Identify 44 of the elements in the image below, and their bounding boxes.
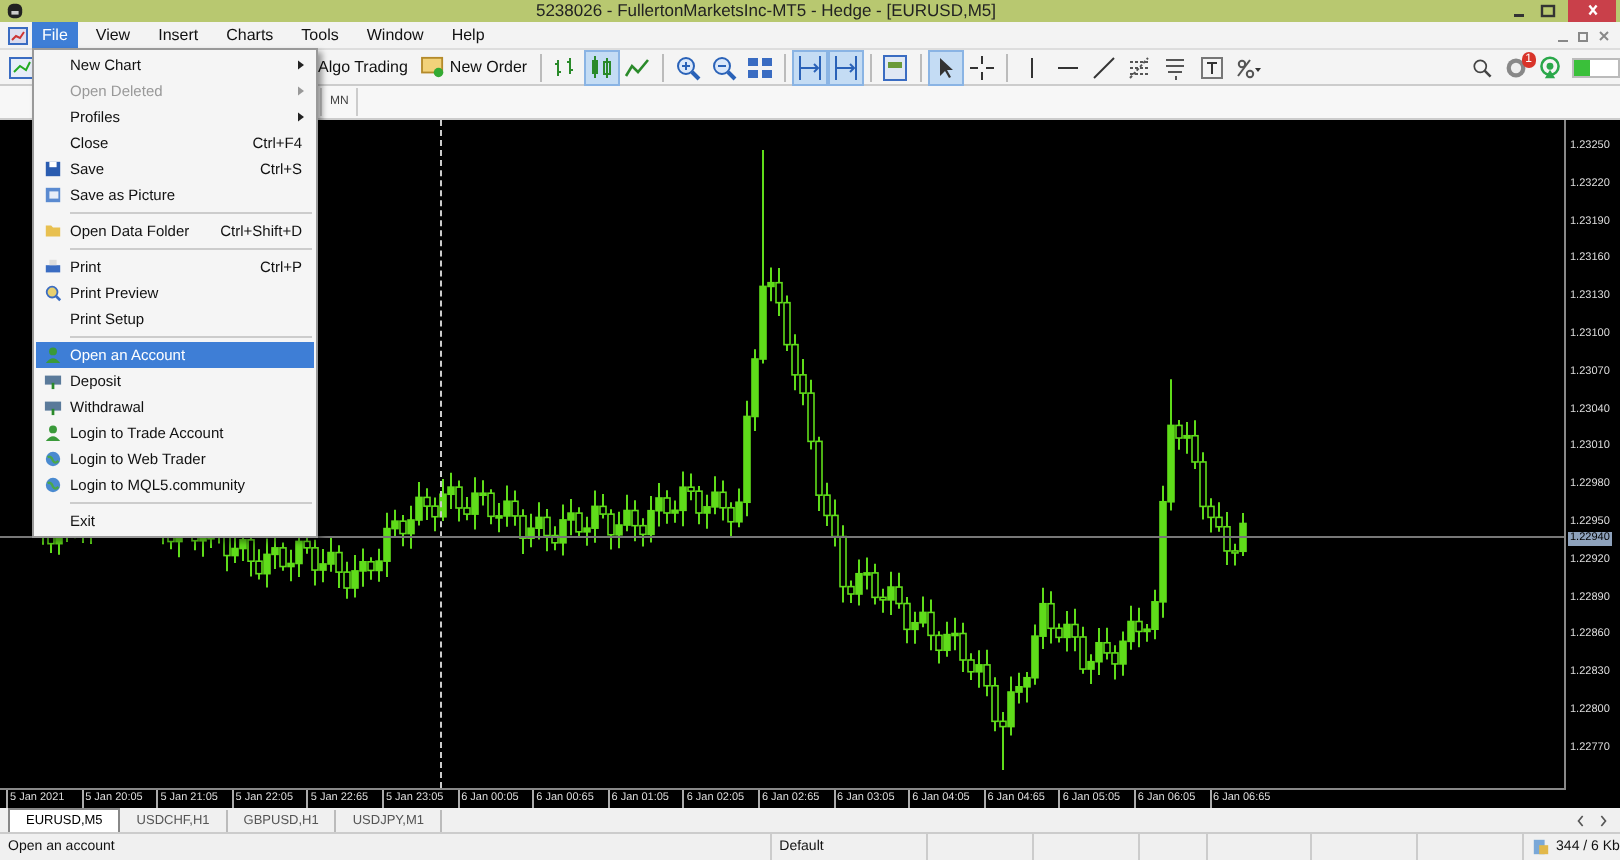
card-icon bbox=[44, 398, 62, 416]
printer-icon bbox=[44, 258, 62, 276]
order-icon bbox=[419, 56, 446, 79]
globe-icon bbox=[44, 450, 62, 468]
menu-item[interactable]: Help bbox=[441, 22, 495, 48]
user-icon bbox=[44, 424, 62, 442]
menu-item[interactable]: Tools bbox=[291, 22, 349, 48]
menu-item[interactable]: Insert bbox=[148, 22, 209, 48]
picture-icon bbox=[44, 186, 62, 204]
menu-item[interactable]: Charts bbox=[216, 22, 284, 48]
scroll-left-icon[interactable] bbox=[1576, 813, 1586, 827]
traffic-icon bbox=[1532, 838, 1551, 856]
app-icon bbox=[6, 2, 24, 20]
menu-item[interactable]: View bbox=[85, 22, 141, 48]
user-icon bbox=[44, 346, 62, 364]
text-icon[interactable] bbox=[1195, 51, 1228, 84]
menu-item[interactable]: File bbox=[32, 22, 78, 48]
close-button[interactable] bbox=[1568, 0, 1616, 22]
magnifier-icon bbox=[44, 284, 62, 302]
chart-shift-icon[interactable] bbox=[829, 51, 862, 84]
chart-window-icon bbox=[8, 25, 28, 45]
menu-item[interactable]: Window bbox=[356, 22, 434, 48]
restore-icon[interactable] bbox=[1536, 1, 1560, 21]
folder-icon bbox=[44, 222, 62, 240]
restore-icon[interactable] bbox=[1576, 27, 1592, 43]
template-icon[interactable] bbox=[879, 51, 912, 84]
zoom-out-icon[interactable] bbox=[707, 51, 740, 84]
new-chart-icon[interactable] bbox=[6, 51, 38, 84]
window-title: 5238026 - FullertonMarketsInc-MT5 - Hedge - [EURUSD,M5] bbox=[533, 0, 999, 22]
message-icon[interactable] bbox=[1504, 55, 1528, 80]
autoscroll-icon[interactable] bbox=[793, 51, 826, 84]
cursor-icon[interactable] bbox=[929, 51, 962, 84]
candlestick-icon[interactable] bbox=[585, 51, 618, 84]
close-icon[interactable] bbox=[1583, 2, 1601, 20]
scroll-right-icon[interactable] bbox=[1598, 813, 1608, 827]
card-icon bbox=[44, 372, 62, 390]
algo-trading-button[interactable]: Algo Trading bbox=[312, 56, 414, 79]
globe-icon bbox=[44, 476, 62, 494]
crosshair-icon[interactable] bbox=[965, 51, 998, 84]
search-icon[interactable] bbox=[1470, 55, 1494, 80]
new-order-button[interactable]: New Order bbox=[413, 54, 534, 81]
zoom-in-icon[interactable] bbox=[671, 51, 704, 84]
signal-icon[interactable] bbox=[1538, 55, 1562, 80]
close-icon[interactable] bbox=[1596, 27, 1612, 43]
